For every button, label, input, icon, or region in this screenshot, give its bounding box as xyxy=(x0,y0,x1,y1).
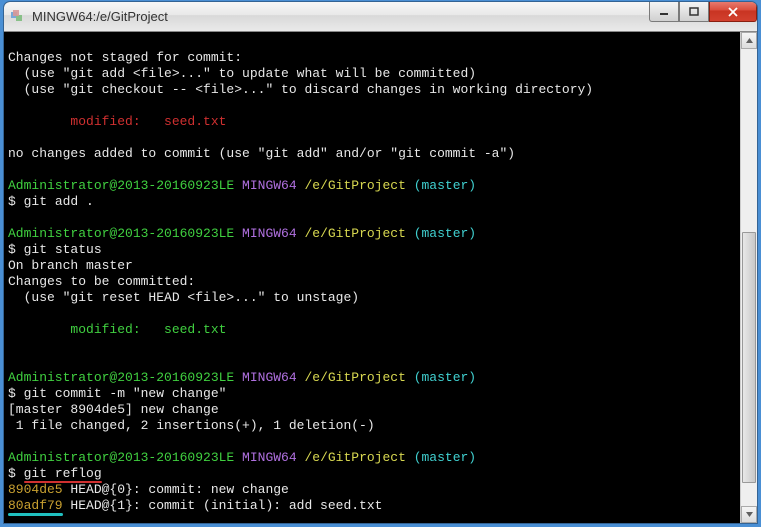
app-icon xyxy=(10,9,26,25)
chevron-down-icon xyxy=(745,510,754,519)
chevron-up-icon xyxy=(745,36,754,45)
output-line: (use "git checkout -- <file>..." to disc… xyxy=(8,82,593,97)
output-line: 1 file changed, 2 insertions(+), 1 delet… xyxy=(8,418,375,433)
output-line: 80adf79 HEAD@{1}: commit (initial): add … xyxy=(8,498,382,513)
output-line: (use "git add <file>..." to update what … xyxy=(8,66,476,81)
terminal-output[interactable]: Changes not staged for commit: (use "git… xyxy=(4,32,757,523)
output-line: Changes to be committed: xyxy=(8,274,195,289)
prompt-line: Administrator@2013-20160923LE MINGW64 /e… xyxy=(8,370,476,385)
terminal-window: MINGW64:/e/GitProject Changes not staged… xyxy=(4,2,757,523)
vertical-scrollbar[interactable] xyxy=(740,32,757,523)
output-line: no changes added to commit (use "git add… xyxy=(8,146,515,161)
output-line: (use "git reset HEAD <file>..." to unsta… xyxy=(8,290,359,305)
scroll-track[interactable] xyxy=(741,49,757,506)
output-line: [master 8904de5] new change xyxy=(8,402,219,417)
prompt-line: Administrator@2013-20160923LE MINGW64 /e… xyxy=(8,450,476,465)
output-line: On branch master xyxy=(8,258,133,273)
command-line: $ git status xyxy=(8,242,102,257)
prompt-line: Administrator@2013-20160923LE MINGW64 /e… xyxy=(8,178,476,193)
maximize-button[interactable] xyxy=(679,2,709,22)
scroll-down-button[interactable] xyxy=(741,506,757,523)
titlebar[interactable]: MINGW64:/e/GitProject xyxy=(4,2,757,32)
command-line: $ git commit -m "new change" xyxy=(8,386,226,401)
scroll-up-button[interactable] xyxy=(741,32,757,49)
window-controls xyxy=(649,2,757,24)
command-line: $ git reflog xyxy=(8,466,102,481)
output-line: modified: seed.txt xyxy=(8,322,226,337)
output-line: Changes not staged for commit: xyxy=(8,50,242,65)
scroll-thumb[interactable] xyxy=(742,232,756,483)
close-icon xyxy=(727,7,739,17)
minimize-icon xyxy=(659,7,669,17)
minimize-button[interactable] xyxy=(649,2,679,22)
output-line: modified: seed.txt xyxy=(8,114,226,129)
close-button[interactable] xyxy=(709,2,757,22)
prompt-line: Administrator@2013-20160923LE MINGW64 /e… xyxy=(8,226,476,241)
maximize-icon xyxy=(689,7,699,17)
command-line: $ git add . xyxy=(8,194,94,209)
output-line: 8904de5 HEAD@{0}: commit: new change xyxy=(8,482,289,497)
window-title: MINGW64:/e/GitProject xyxy=(32,9,168,24)
